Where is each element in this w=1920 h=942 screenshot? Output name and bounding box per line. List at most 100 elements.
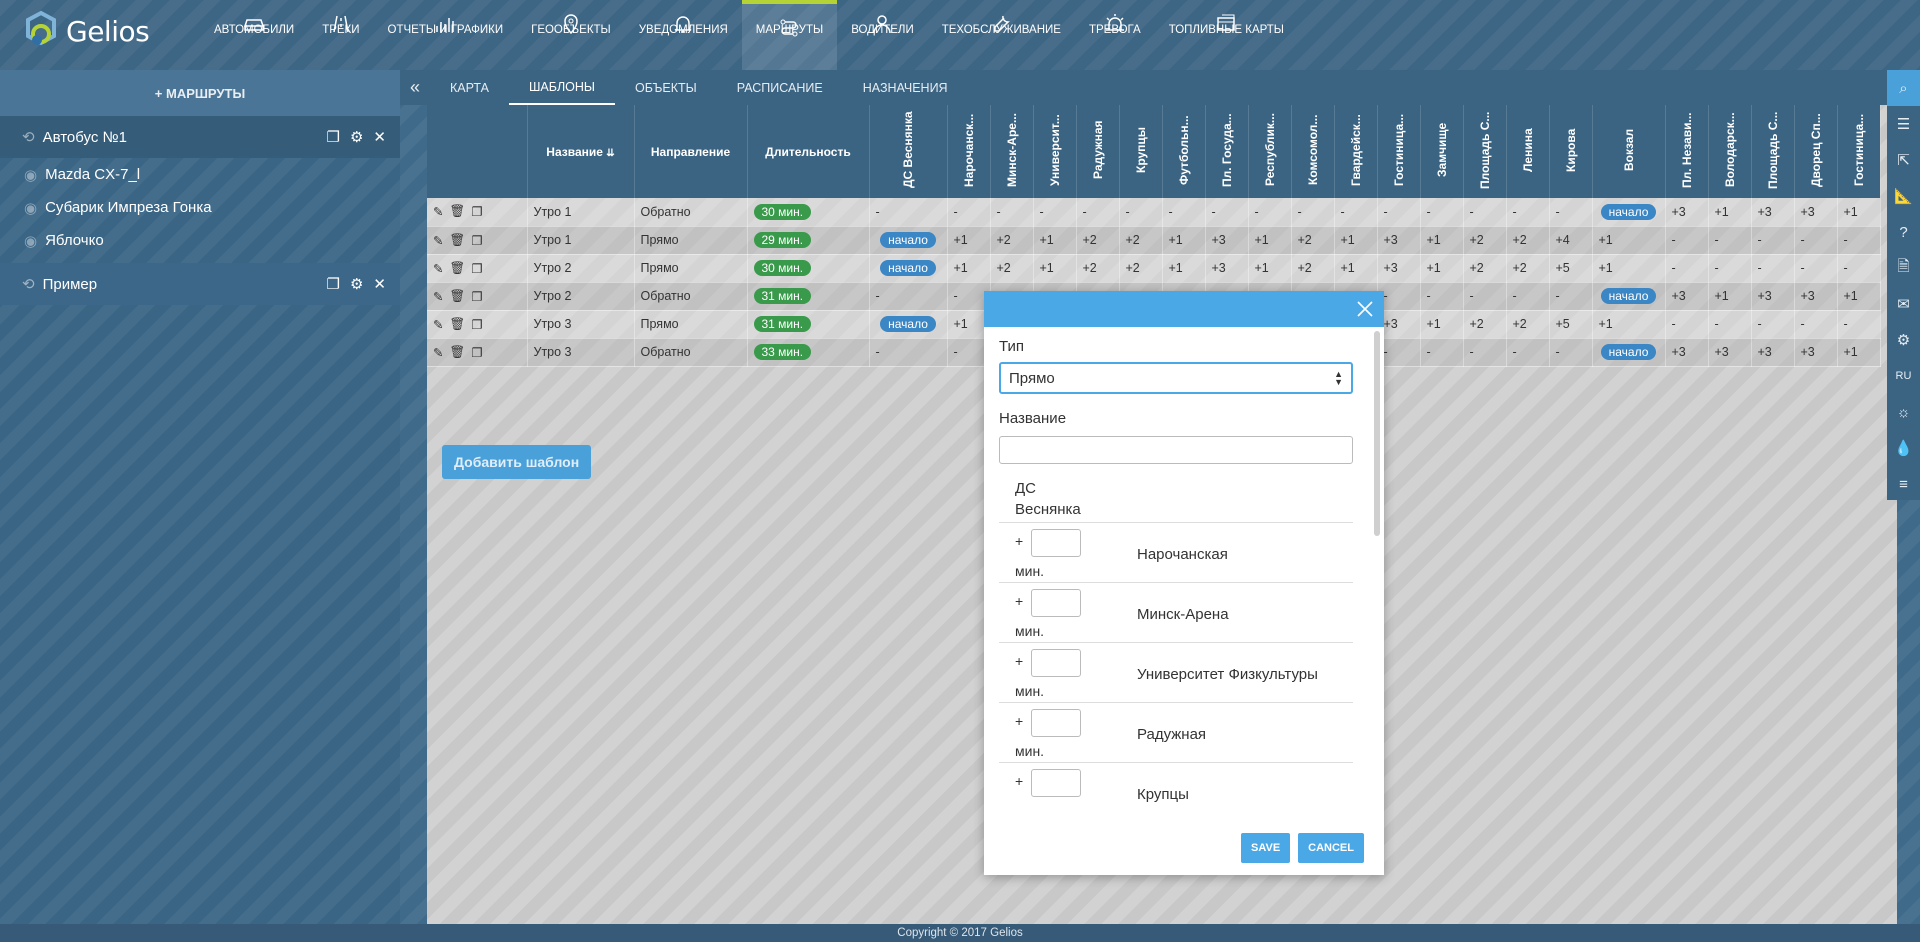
row-duration: 29 мин. — [747, 226, 870, 255]
add-route-button[interactable]: + МАРШРУТЫ — [0, 70, 400, 116]
stop-cell: +3 — [1665, 338, 1709, 367]
drop-icon[interactable]: 💧 — [1887, 430, 1920, 466]
stop-name: Университет Физкультуры — [1137, 666, 1318, 683]
route-item[interactable]: ⟲ Автобус №1 ❐ ⚙ ✕ — [0, 116, 400, 158]
message-icon[interactable]: ✉ — [1887, 286, 1920, 322]
minutes-input[interactable] — [1031, 769, 1081, 797]
minutes-input[interactable] — [1031, 529, 1081, 557]
close-icon[interactable] — [1356, 300, 1374, 318]
copy-icon[interactable]: ❐ — [327, 275, 340, 293]
logo[interactable]: Gelios — [22, 10, 150, 52]
row-duration: 31 мин. — [747, 282, 870, 311]
nav-item-4[interactable]: УВЕДОМЛЕНИЯ — [625, 0, 742, 70]
stop-cell: начало — [869, 254, 948, 283]
stop-cell: - — [1463, 198, 1507, 227]
stop-offset-row: + мин. Нарочанская — [999, 523, 1353, 583]
save-button[interactable]: SAVE — [1241, 833, 1291, 863]
copy-icon[interactable]: ❐ — [471, 204, 482, 219]
close-icon[interactable]: ✕ — [373, 128, 386, 146]
minutes-input[interactable] — [1031, 589, 1081, 617]
collapse-icon[interactable]: « — [400, 70, 430, 105]
language-switch[interactable]: RU — [1887, 358, 1920, 394]
edit-icon[interactable]: ✎ — [433, 317, 443, 332]
close-icon[interactable]: ✕ — [373, 275, 386, 293]
delete-icon[interactable]: 🗑 — [449, 261, 465, 276]
name-input[interactable] — [999, 436, 1353, 464]
copy-icon[interactable]: ❐ — [471, 289, 482, 304]
delete-icon[interactable]: 🗑 — [449, 345, 465, 360]
stop-cell: +1 — [1248, 226, 1292, 255]
tab-schedule[interactable]: РАСПИСАНИЕ — [717, 70, 843, 105]
gear-icon[interactable]: ⚙ — [350, 128, 363, 146]
stop-header-label: Гвардейск... — [1348, 114, 1363, 186]
stop-header: Пл. Незави... — [1665, 105, 1709, 198]
minutes-input[interactable] — [1031, 649, 1081, 677]
share-icon[interactable]: ⇱ — [1887, 142, 1920, 178]
nav-item-1[interactable]: ТРЕКИ — [308, 0, 373, 70]
duration-badge: 31 мин. — [753, 316, 812, 332]
stop-cell: начало — [1592, 282, 1666, 311]
sort-icon[interactable]: ⇊ — [606, 148, 614, 159]
copy-icon[interactable]: ❐ — [471, 317, 482, 332]
ruler-icon[interactable]: 📐 — [1887, 178, 1920, 214]
edit-icon[interactable]: ✎ — [433, 289, 443, 304]
eye-icon[interactable]: ◉ — [24, 199, 37, 217]
plus-sign: + — [1015, 533, 1024, 549]
edit-icon[interactable]: ✎ — [433, 345, 443, 360]
minutes-input[interactable] — [1031, 709, 1081, 737]
route-item[interactable]: ⟲ Пример ❐ ⚙ ✕ — [0, 263, 400, 305]
nav-item-3[interactable]: ГЕООБЪЕКТЫ — [517, 0, 625, 70]
edit-icon[interactable]: ✎ — [433, 204, 443, 219]
nav-item-6[interactable]: ВОДИТЕЛИ — [837, 0, 928, 70]
bulb-icon[interactable]: ☼ — [1887, 394, 1920, 430]
nav-item-8[interactable]: ТРЕВОГА — [1075, 0, 1155, 70]
eye-icon[interactable]: ◉ — [24, 232, 37, 250]
tab-assignments[interactable]: НАЗНАЧЕНИЯ — [843, 70, 968, 105]
delete-icon[interactable]: 🗑 — [449, 204, 465, 219]
copy-icon[interactable]: ❐ — [471, 233, 482, 248]
route-icon: ⟲ — [22, 276, 35, 293]
add-template-button[interactable]: Добавить шаблон — [442, 445, 592, 479]
delete-icon[interactable]: 🗑 — [449, 289, 465, 304]
copy-icon[interactable]: ❐ — [471, 261, 482, 276]
plus-sign: + — [1015, 653, 1024, 669]
name-header[interactable]: Название ⇊ — [527, 105, 635, 198]
list-icon[interactable]: ≡ — [1887, 466, 1920, 502]
cancel-button[interactable]: CANCEL — [1298, 833, 1364, 863]
duration-badge: 30 мин. — [753, 203, 812, 220]
nav-item-7[interactable]: ТЕХОБСЛУЖИВАНИЕ — [928, 0, 1075, 70]
search-icon[interactable]: ⌕ — [1887, 70, 1920, 106]
nav-item-5[interactable]: МАРШРУТЫ — [741, 0, 838, 70]
route-object-item[interactable]: ◉ Субарик Импреза Гонка — [0, 191, 400, 224]
row-name: Утро 1 — [527, 198, 635, 227]
delete-icon[interactable]: 🗑 — [449, 317, 465, 332]
tab-map[interactable]: КАРТА — [430, 70, 509, 105]
nav-item-2[interactable]: ОТЧЕТЫ И ГРАФИКИ — [374, 0, 518, 70]
doc-icon[interactable]: 🗎 — [1887, 250, 1920, 286]
eye-icon[interactable]: ◉ — [24, 166, 37, 184]
dialog-scrollbar[interactable] — [1374, 331, 1380, 536]
tab-objects[interactable]: ОБЪЕКТЫ — [615, 70, 717, 105]
sliders-icon[interactable]: ⚙ — [1887, 322, 1920, 358]
stop-cell: +1 — [1592, 226, 1666, 255]
duration-badge: 30 мин. — [753, 260, 812, 276]
tab-templates[interactable]: ШАБЛОНЫ — [508, 70, 615, 105]
edit-icon[interactable]: ✎ — [433, 261, 443, 276]
copy-icon[interactable]: ❐ — [471, 345, 482, 360]
nav-item-9[interactable]: ТОПЛИВНЫЕ КАРТЫ — [1155, 0, 1298, 70]
copy-icon[interactable]: ❐ — [327, 128, 340, 146]
menu-icon[interactable]: ☰ — [1887, 106, 1920, 142]
route-object-item[interactable]: ◉ Mazda CX-7_l — [0, 158, 400, 191]
gear-icon[interactable]: ⚙ — [350, 275, 363, 293]
nav-item-0[interactable]: АВТОМОБИЛИ — [200, 0, 308, 70]
type-select[interactable]: Прямо ▲ ▼ — [999, 362, 1353, 394]
stop-cell: - — [1076, 198, 1120, 227]
stop-header-label: Крупцы — [1133, 126, 1148, 174]
stop-cell: +1 — [947, 254, 991, 283]
delete-icon[interactable]: 🗑 — [449, 233, 465, 248]
stop-cell: +3 — [1665, 282, 1709, 311]
edit-icon[interactable]: ✎ — [433, 233, 443, 248]
help-icon[interactable]: ? — [1887, 214, 1920, 250]
stop-cell: +2 — [1463, 226, 1507, 255]
route-object-item[interactable]: ◉ Яблочко — [0, 224, 400, 257]
